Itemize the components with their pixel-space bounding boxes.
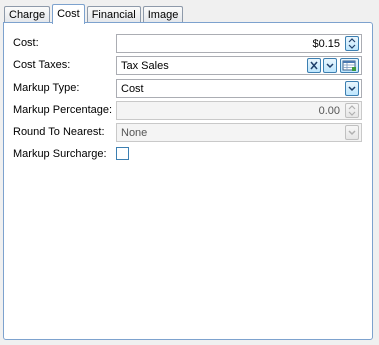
cost-taxes-value: Tax Sales [121, 60, 169, 72]
spin-up-down-icon [348, 105, 356, 116]
chevron-down-icon [348, 86, 356, 92]
taxes-lookup-button[interactable] [340, 58, 359, 73]
markup-percentage-value: 0.00 [318, 105, 340, 117]
tab-image[interactable]: Image [142, 6, 184, 23]
markup-surcharge-checkbox[interactable] [116, 147, 129, 160]
markup-surcharge-row: Markup Surcharge: [4, 145, 374, 165]
chevron-down-icon [326, 63, 334, 69]
markup-percentage-input: 0.00 [116, 101, 362, 120]
clear-x-icon [310, 61, 318, 70]
cost-value: $0.15 [312, 38, 340, 50]
markup-type-label: Markup Type: [13, 82, 80, 94]
markup-percentage-spin-button [345, 103, 359, 118]
markup-type-select[interactable]: Cost [116, 79, 362, 98]
markup-type-value: Cost [121, 83, 144, 95]
markup-type-row: Markup Type: Cost [4, 79, 374, 99]
tab-cost[interactable]: Cost [52, 4, 85, 24]
tab-panel-cost: Cost: $0.15 Cost Taxes: Tax Sales Markup… [3, 22, 373, 340]
round-to-nearest-label: Round To Nearest: [13, 126, 105, 138]
cost-spin-button[interactable] [345, 36, 359, 51]
round-to-nearest-select: None [116, 123, 362, 142]
round-to-nearest-row: Round To Nearest: None [4, 123, 374, 143]
cost-taxes-field[interactable]: Tax Sales [116, 56, 362, 75]
cost-label: Cost: [13, 37, 39, 49]
tab-charge[interactable]: Charge [4, 6, 51, 23]
clear-taxes-button[interactable] [307, 58, 321, 73]
markup-percentage-row: Markup Percentage: 0.00 [4, 101, 374, 121]
tab-financial[interactable]: Financial [86, 6, 141, 23]
markup-type-dropdown-button[interactable] [345, 81, 359, 96]
chevron-down-icon [348, 130, 356, 136]
tab-strip: Charge Cost Financial Image [4, 3, 185, 24]
table-lookup-icon [342, 60, 356, 71]
cost-row: Cost: $0.15 [4, 34, 374, 54]
markup-surcharge-label: Markup Surcharge: [13, 148, 107, 160]
spin-up-down-icon [348, 38, 356, 49]
round-to-nearest-value: None [121, 127, 148, 139]
cost-taxes-row: Cost Taxes: Tax Sales [4, 56, 374, 76]
round-to-nearest-dropdown-button [345, 125, 359, 140]
taxes-dropdown-button[interactable] [323, 58, 337, 73]
cost-taxes-label: Cost Taxes: [13, 59, 71, 71]
markup-percentage-label: Markup Percentage: [13, 104, 113, 116]
cost-input[interactable]: $0.15 [116, 34, 362, 53]
